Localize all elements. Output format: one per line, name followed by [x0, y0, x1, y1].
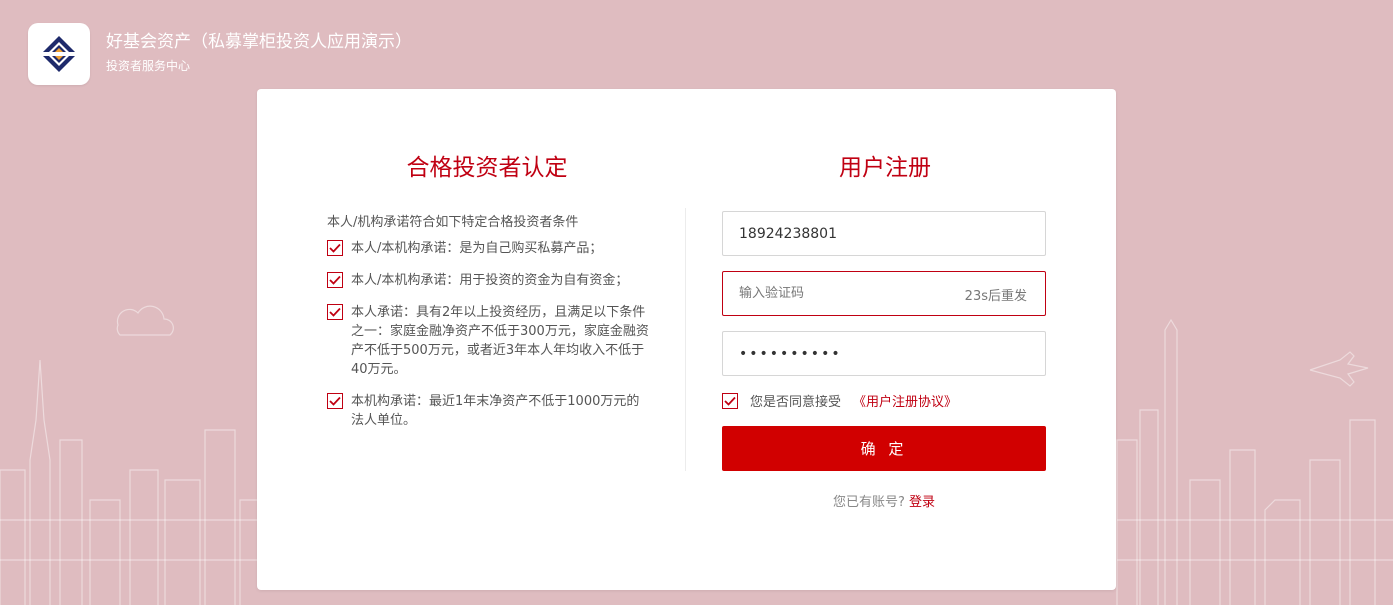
condition-text: 本人承诺：具有2年以上投资经历，且满足以下条件之一：家庭金融净资产不低于300万…: [351, 305, 649, 377]
condition-checkbox[interactable]: [327, 240, 343, 256]
condition-text: 本机构承诺：最近1年末净资产不低于1000万元的法人单位。: [351, 394, 640, 428]
check-icon: [329, 275, 341, 285]
resend-countdown[interactable]: 23s后重发: [965, 285, 1027, 304]
qualification-heading: 合格投资者认定: [406, 155, 568, 181]
diamond-logo-icon: [41, 36, 77, 72]
password-input[interactable]: [722, 331, 1046, 376]
logo: [28, 23, 90, 85]
qualification-intro: 本人/机构承诺符合如下特定合格投资者条件: [327, 215, 579, 230]
verification-code-field: 23s后重发: [722, 271, 1046, 316]
login-link[interactable]: 登录: [909, 495, 935, 510]
condition-checkbox[interactable]: [327, 393, 343, 409]
agreement-text: 您是否同意接受: [750, 395, 842, 410]
register-heading: 用户注册: [839, 155, 931, 181]
check-icon: [329, 396, 341, 406]
agreement-checkbox[interactable]: [722, 393, 738, 409]
registration-card: 合格投资者认定 用户注册 本人/机构承诺符合如下特定合格投资者条件 本人/本机构…: [257, 89, 1116, 590]
condition-checkbox[interactable]: [327, 304, 343, 320]
check-icon: [329, 243, 341, 253]
condition-text: 本人/本机构承诺：是为自己购买私募产品；: [351, 241, 603, 256]
column-divider: [685, 208, 686, 471]
agreement-row: 您是否同意接受 《用户注册协议》: [722, 391, 957, 410]
login-prompt: 您已有账号? 登录: [722, 491, 1046, 510]
phone-input[interactable]: [722, 211, 1046, 256]
verification-code-input[interactable]: [723, 272, 975, 315]
has-account-text: 您已有账号?: [833, 495, 905, 510]
confirm-button[interactable]: 确 定: [722, 426, 1046, 471]
condition-list: 本人/本机构承诺：是为自己购买私募产品； 本人/本机构承诺：用于投资的资金为自有…: [327, 239, 657, 443]
condition-text: 本人/本机构承诺：用于投资的资金为自有资金；: [351, 273, 629, 288]
condition-item: 本机构承诺：最近1年末净资产不低于1000万元的法人单位。: [327, 392, 657, 430]
condition-checkbox[interactable]: [327, 272, 343, 288]
brand-subtitle: 投资者服务中心: [106, 59, 191, 73]
condition-item: 本人/本机构承诺：是为自己购买私募产品；: [327, 239, 657, 258]
check-icon: [329, 307, 341, 317]
brand-title: 好基会资产（私募掌柜投资人应用演示）: [106, 32, 412, 52]
condition-item: 本人/本机构承诺：用于投资的资金为自有资金；: [327, 271, 657, 290]
brand-header: 好基会资产（私募掌柜投资人应用演示） 投资者服务中心: [28, 23, 412, 85]
agreement-link[interactable]: 《用户注册协议》: [853, 391, 957, 410]
check-icon: [724, 396, 736, 406]
condition-item: 本人承诺：具有2年以上投资经历，且满足以下条件之一：家庭金融净资产不低于300万…: [327, 303, 657, 379]
